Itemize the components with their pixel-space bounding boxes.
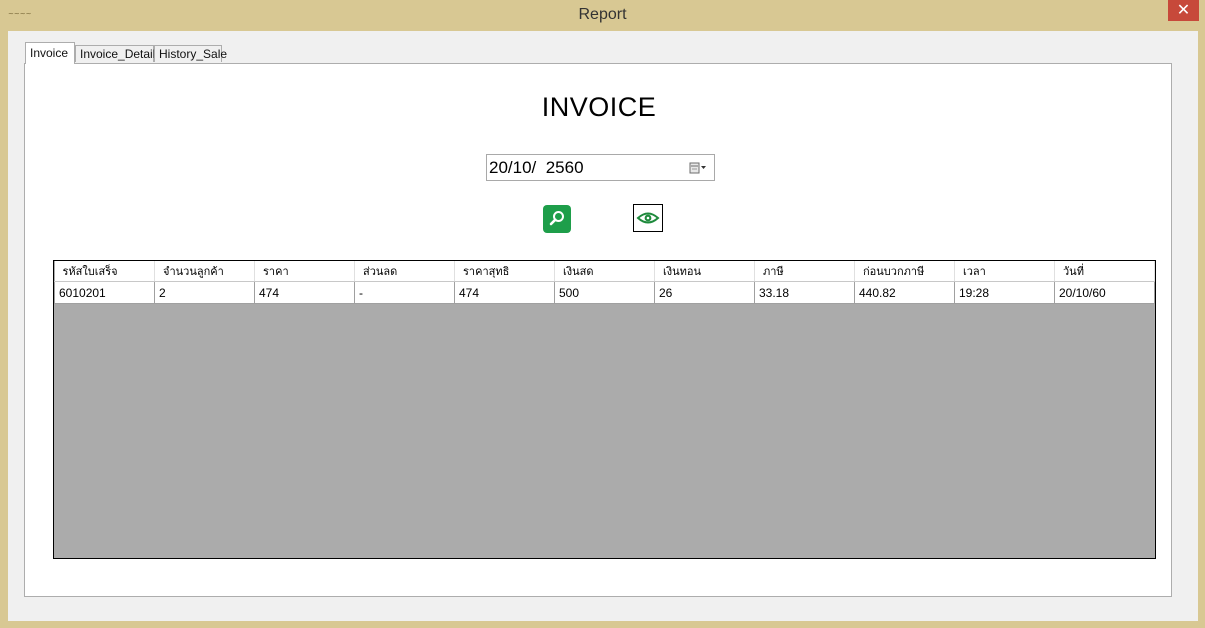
page-title: INVOICE: [541, 92, 657, 122]
title-bar[interactable]: ~~~~ Report ✕: [0, 0, 1205, 31]
invoice-tab-panel: INVOICE 20/10/ 2560 รหัสใบเสร็จ จำนวนลูก…: [24, 63, 1172, 597]
tab-history-sale[interactable]: History_Sale: [154, 45, 227, 62]
column-header[interactable]: จำนวนลูกค้า: [154, 261, 255, 282]
invoice-grid[interactable]: รหัสใบเสร็จ จำนวนลูกค้า ราคา ส่วนลด ราคา…: [53, 260, 1156, 559]
date-picker[interactable]: 20/10/ 2560: [486, 154, 715, 181]
table-cell[interactable]: 500: [554, 281, 655, 304]
eye-icon: [636, 212, 660, 224]
magnifier-icon: [549, 211, 564, 226]
table-cell[interactable]: 2: [154, 281, 255, 304]
table-cell[interactable]: -: [354, 281, 455, 304]
table-cell[interactable]: 20/10/60: [1054, 281, 1155, 304]
view-button[interactable]: [633, 204, 663, 232]
client-area: Invoice Invoice_Detail History_Sale INVO…: [8, 31, 1198, 621]
column-header[interactable]: เงินทอน: [654, 261, 755, 282]
table-cell[interactable]: 19:28: [954, 281, 1055, 304]
table-cell[interactable]: 474: [454, 281, 555, 304]
calendar-dropdown-icon[interactable]: [689, 161, 707, 175]
column-header[interactable]: ก่อนบวกภาษี: [854, 261, 955, 282]
column-header[interactable]: ส่วนลด: [354, 261, 455, 282]
tab-invoice-detail[interactable]: Invoice_Detail: [75, 45, 156, 62]
column-header[interactable]: เวลา: [954, 261, 1055, 282]
column-header[interactable]: ราคาสุทธิ: [454, 261, 555, 282]
tab-label: Invoice: [30, 46, 69, 60]
table-cell[interactable]: 26: [654, 281, 755, 304]
header-row: รหัสใบเสร็จ จำนวนลูกค้า ราคา ส่วนลด ราคา…: [54, 261, 1155, 282]
tab-label: History_Sale: [159, 47, 228, 61]
search-button[interactable]: [543, 205, 571, 233]
column-header[interactable]: ภาษี: [754, 261, 855, 282]
close-button[interactable]: ✕: [1168, 0, 1199, 21]
table-row[interactable]: 6010201 2 474 - 474 500 26 33.18 440.82 …: [54, 281, 1155, 304]
column-header[interactable]: เงินสด: [554, 261, 655, 282]
column-header[interactable]: รหัสใบเสร็จ: [54, 261, 155, 282]
invoice-table: รหัสใบเสร็จ จำนวนลูกค้า ราคา ส่วนลด ราคา…: [54, 261, 1155, 304]
column-header[interactable]: วันที่: [1054, 261, 1155, 282]
table-cell[interactable]: 440.82: [854, 281, 955, 304]
column-header[interactable]: ราคา: [254, 261, 355, 282]
close-icon: ✕: [1176, 0, 1191, 19]
tab-label: Invoice_Detail: [80, 47, 156, 61]
tab-invoice[interactable]: Invoice: [25, 42, 75, 64]
table-cell[interactable]: 6010201: [54, 281, 155, 304]
date-value: 20/10/ 2560: [489, 158, 584, 177]
window-title: Report: [578, 6, 627, 23]
table-cell[interactable]: 474: [254, 281, 355, 304]
window-frame: ~~~~ Report ✕ Invoice Invoice_Detail His…: [0, 0, 1205, 628]
table-cell[interactable]: 33.18: [754, 281, 855, 304]
